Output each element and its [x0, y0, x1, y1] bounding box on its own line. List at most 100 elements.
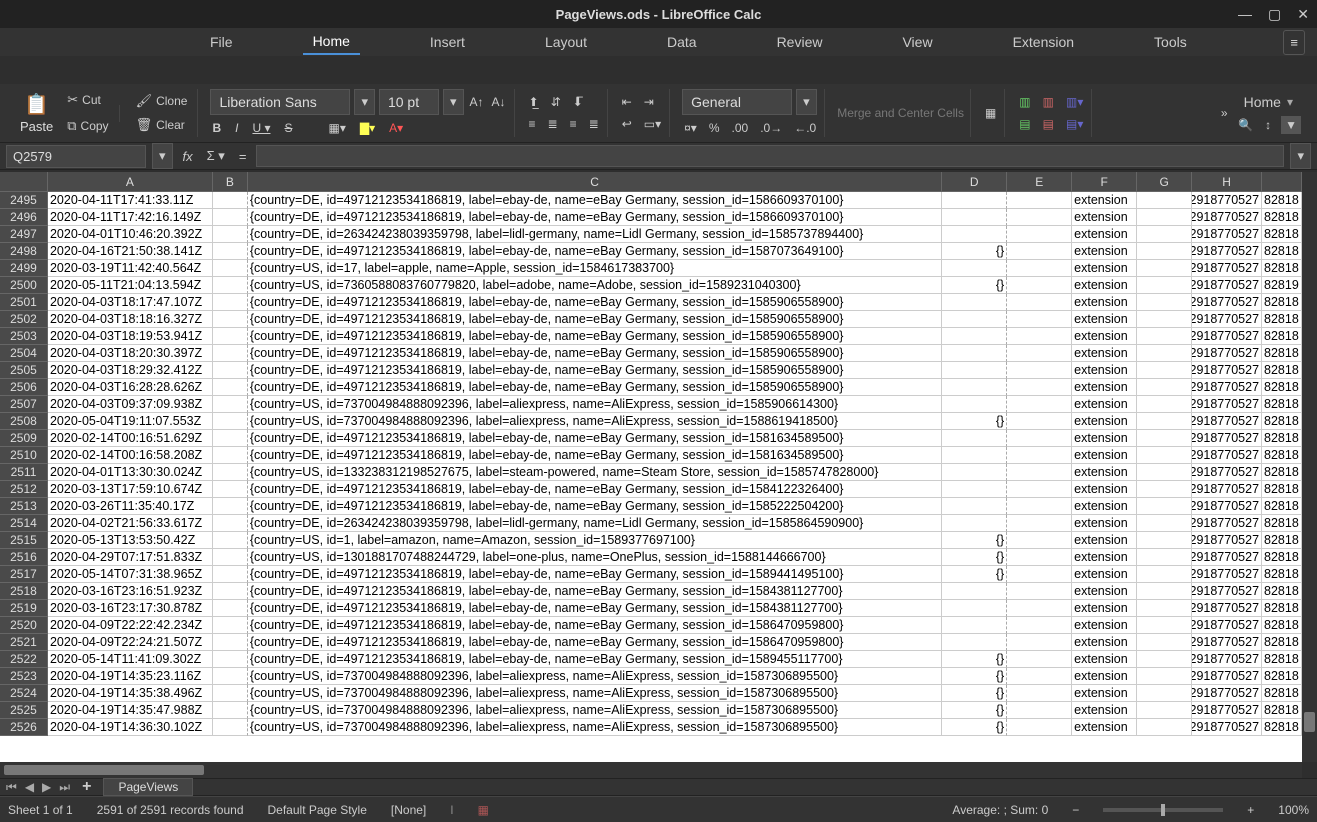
cell[interactable]: 2020-04-03T18:29:32.412Z [48, 362, 213, 379]
indent-decrease-icon[interactable]: ⇤ [620, 93, 634, 111]
cell[interactable]: {country=US, id=737004984888092396, labe… [248, 396, 942, 413]
cell[interactable]: 82818 [1262, 668, 1302, 685]
cell[interactable]: {country=DE, id=49712123534186819, label… [248, 243, 942, 260]
cell[interactable]: extension [1072, 413, 1137, 430]
cell[interactable]: 2020-04-03T18:19:53.941Z [48, 328, 213, 345]
cell[interactable]: 82918770527 [1192, 209, 1262, 226]
cell[interactable] [1137, 243, 1192, 260]
cell[interactable]: 2020-04-02T21:56:33.617Z [48, 515, 213, 532]
status-insert-mode-icon[interactable]: I [450, 803, 453, 817]
menu-insert[interactable]: Insert [420, 30, 475, 54]
row-header[interactable]: 2505 [0, 362, 48, 379]
cell[interactable] [1007, 328, 1072, 345]
cell[interactable]: extension [1072, 583, 1137, 600]
cell[interactable]: {} [942, 685, 1007, 702]
cell[interactable]: 82918770527 [1192, 702, 1262, 719]
cell[interactable]: {} [942, 532, 1007, 549]
cell[interactable] [213, 226, 248, 243]
table-row[interactable]: 25222020-05-14T11:41:09.302Z{country=DE,… [0, 651, 1302, 668]
cell[interactable]: 2020-05-13T13:53:50.42Z [48, 532, 213, 549]
cell[interactable] [1007, 396, 1072, 413]
cell[interactable] [213, 277, 248, 294]
cell[interactable]: 2020-04-03T16:28:28.626Z [48, 379, 213, 396]
cut-button[interactable]: ✂Cut [63, 90, 112, 110]
table-row[interactable]: 25092020-02-14T00:16:51.629Z{country=DE,… [0, 430, 1302, 447]
cell[interactable] [1137, 685, 1192, 702]
cell[interactable]: 82918770527 [1192, 634, 1262, 651]
cell[interactable] [942, 396, 1007, 413]
cell[interactable]: 82818 [1262, 464, 1302, 481]
cell[interactable]: {country=DE, id=49712123534186819, label… [248, 294, 942, 311]
zoom-level[interactable]: 100% [1278, 803, 1309, 817]
menu-view[interactable]: View [892, 30, 942, 54]
cell[interactable]: 82818 [1262, 617, 1302, 634]
cell[interactable] [942, 379, 1007, 396]
cell[interactable]: {country=DE, id=49712123534186819, label… [248, 345, 942, 362]
cell[interactable]: extension [1072, 617, 1137, 634]
cell[interactable]: 2020-05-04T19:11:07.553Z [48, 413, 213, 430]
cell[interactable]: 82918770527 [1192, 192, 1262, 209]
cell[interactable]: {country=DE, id=49712123534186819, label… [248, 379, 942, 396]
cell[interactable] [942, 260, 1007, 277]
table-row[interactable]: 25212020-04-09T22:24:21.507Z{country=DE,… [0, 634, 1302, 651]
cell[interactable]: 2020-04-29T07:17:51.833Z [48, 549, 213, 566]
cell[interactable] [1007, 311, 1072, 328]
insert-col-icon[interactable]: ▤ [1017, 115, 1032, 133]
number-format-select[interactable] [682, 89, 792, 115]
cell[interactable] [1137, 668, 1192, 685]
cell[interactable]: 82918770527 [1192, 481, 1262, 498]
cell[interactable]: 82818 [1262, 481, 1302, 498]
cell[interactable] [213, 447, 248, 464]
italic-icon[interactable]: I [233, 119, 240, 137]
table-row[interactable]: 25242020-04-19T14:35:38.496Z{country=US,… [0, 685, 1302, 702]
cell[interactable] [1007, 345, 1072, 362]
font-name-select[interactable] [210, 89, 350, 115]
cell[interactable]: 82918770527 [1192, 719, 1262, 736]
menu-file[interactable]: File [200, 30, 243, 54]
cell[interactable]: 2020-04-16T21:50:38.141Z [48, 243, 213, 260]
cell[interactable] [1137, 651, 1192, 668]
zoom-in-icon[interactable]: + [1247, 803, 1254, 817]
cell[interactable]: {} [942, 413, 1007, 430]
row-header[interactable]: 2516 [0, 549, 48, 566]
cell[interactable] [213, 260, 248, 277]
cell[interactable] [213, 668, 248, 685]
cell[interactable] [942, 192, 1007, 209]
cell[interactable] [1137, 447, 1192, 464]
underline-icon[interactable]: U ▾ [250, 119, 272, 137]
table-row[interactable]: 24992020-03-19T11:42:40.564Z{country=US,… [0, 260, 1302, 277]
cell[interactable] [1007, 617, 1072, 634]
formula-input[interactable] [256, 145, 1284, 167]
cell[interactable]: 82818 [1262, 311, 1302, 328]
cell[interactable] [1007, 566, 1072, 583]
menu-tools[interactable]: Tools [1144, 30, 1197, 54]
cell[interactable]: 82918770527 [1192, 549, 1262, 566]
cell[interactable] [1007, 430, 1072, 447]
align-center-icon[interactable]: ≣ [546, 115, 560, 133]
font-dropdown-icon[interactable]: ▾ [354, 89, 375, 115]
menu-review[interactable]: Review [767, 30, 833, 54]
cell[interactable]: 2020-02-14T00:16:58.208Z [48, 447, 213, 464]
cell[interactable]: 82918770527 [1192, 566, 1262, 583]
cell[interactable] [213, 549, 248, 566]
cell[interactable]: {country=DE, id=49712123534186819, label… [248, 192, 942, 209]
row-header[interactable]: 2519 [0, 600, 48, 617]
cell[interactable] [1137, 260, 1192, 277]
cell[interactable]: {country=US, id=1301881707488244729, lab… [248, 549, 942, 566]
column-header-C[interactable]: C [248, 172, 942, 192]
cell[interactable]: 82818 [1262, 651, 1302, 668]
row-header[interactable]: 2524 [0, 685, 48, 702]
table-row[interactable]: 25032020-04-03T18:19:53.941Z{country=DE,… [0, 328, 1302, 345]
cell[interactable] [213, 464, 248, 481]
cell[interactable] [942, 345, 1007, 362]
cell[interactable]: extension [1072, 260, 1137, 277]
cell[interactable] [213, 498, 248, 515]
cell[interactable]: 2020-05-14T07:31:38.965Z [48, 566, 213, 583]
cell[interactable] [213, 719, 248, 736]
cell[interactable]: 82918770527 [1192, 277, 1262, 294]
table-row[interactable]: 25262020-04-19T14:36:30.102Z{country=US,… [0, 719, 1302, 736]
cell[interactable] [942, 600, 1007, 617]
cell[interactable]: extension [1072, 685, 1137, 702]
cell[interactable] [1007, 634, 1072, 651]
bold-icon[interactable]: B [210, 119, 223, 137]
